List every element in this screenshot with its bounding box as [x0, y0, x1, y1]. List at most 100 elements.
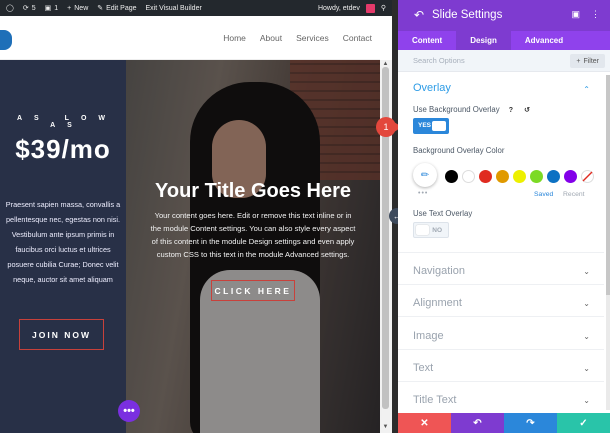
- pricing-panel: AS LOW AS $39/mo Praesent sapien massa, …: [0, 60, 126, 433]
- howdy-user[interactable]: Howdy, etdev: [318, 5, 360, 12]
- pricing-text: Praesent sapien massa, convallis a pelle…: [5, 200, 121, 284]
- save-button[interactable]: ✓: [557, 413, 610, 433]
- new-label: New: [74, 4, 89, 12]
- saved-colors-link[interactable]: Saved: [534, 191, 553, 198]
- click-here-button[interactable]: CLICK HERE: [211, 280, 295, 301]
- recent-colors-link[interactable]: Recent: [563, 191, 585, 198]
- more-swatches-icon[interactable]: •••: [418, 190, 428, 197]
- swatch-white[interactable]: [462, 170, 475, 183]
- image-section-heading[interactable]: Image: [413, 330, 444, 342]
- toggle-knob: [432, 121, 446, 131]
- filter-label: Filter: [583, 57, 599, 65]
- chevron-down-icon[interactable]: ⌄: [583, 267, 590, 276]
- search-options-input[interactable]: Search Options: [413, 56, 465, 65]
- slide-title[interactable]: Your Title Goes Here: [126, 180, 380, 203]
- price-heading: $39/mo: [15, 134, 111, 164]
- use-background-overlay-toggle[interactable]: YES: [413, 118, 449, 134]
- exit-visual-builder-button[interactable]: Exit Visual Builder: [146, 5, 202, 12]
- scroll-up-arrow-icon[interactable]: ▲: [382, 61, 389, 67]
- tab-advanced[interactable]: Advanced: [511, 31, 577, 50]
- plus-icon: +: [576, 57, 581, 65]
- search-options-bar: Search Options + Filter: [398, 50, 610, 72]
- hero-section: AS LOW AS $39/mo Praesent sapien massa, …: [0, 60, 380, 433]
- redo-icon: ↷: [526, 417, 535, 429]
- use-text-overlay-toggle[interactable]: NO: [413, 222, 449, 238]
- comment-icon: ▣: [44, 5, 52, 12]
- help-icon[interactable]: ?: [506, 106, 516, 116]
- comments-button[interactable]: ▣ 1: [44, 4, 59, 13]
- divider: [398, 252, 604, 253]
- chevron-down-icon[interactable]: ⌄: [583, 299, 590, 308]
- new-button[interactable]: + New: [67, 5, 88, 12]
- nav-item-services[interactable]: Services: [296, 33, 329, 43]
- slide-text[interactable]: Your content goes here. Edit or remove t…: [150, 209, 356, 261]
- comments-count: 1: [54, 4, 59, 12]
- pencil-icon: ✎: [97, 5, 104, 12]
- avatar[interactable]: [365, 3, 375, 13]
- panel-title: Slide Settings: [432, 9, 503, 21]
- chevron-down-icon[interactable]: ⌄: [583, 364, 590, 373]
- chevron-down-icon[interactable]: ⌄: [583, 396, 590, 405]
- panel-header: ↶ Slide Settings ▣ ⋮: [398, 0, 610, 31]
- reset-icon[interactable]: ↺: [522, 105, 532, 115]
- as-low-as-label: AS LOW AS: [17, 115, 117, 129]
- swatch-black[interactable]: [445, 170, 458, 183]
- nav-item-contact[interactable]: Contact: [343, 33, 372, 43]
- swatch-purple[interactable]: [564, 170, 577, 183]
- tab-content[interactable]: Content: [398, 31, 456, 50]
- use-background-overlay-label: Use Background Overlay ? ↺: [413, 105, 532, 116]
- navigation-section-heading[interactable]: Navigation: [413, 265, 465, 277]
- use-background-overlay-text: Use Background Overlay: [413, 105, 500, 114]
- swatch-orange[interactable]: [496, 170, 509, 183]
- search-icon[interactable]: ⚲: [381, 4, 386, 12]
- title-text-section-heading[interactable]: Title Text: [413, 394, 456, 406]
- discard-button[interactable]: ✕: [398, 413, 451, 433]
- toggle-knob: [416, 225, 429, 235]
- chevron-up-icon[interactable]: ⌃: [583, 85, 590, 94]
- back-arrow-icon[interactable]: ↶: [414, 8, 424, 22]
- more-options-button[interactable]: •••: [118, 400, 140, 422]
- swatch-blue[interactable]: [547, 170, 560, 183]
- close-icon: ✕: [420, 417, 429, 429]
- undo-button[interactable]: ↶: [451, 413, 504, 433]
- slide-settings-panel: ↶ Slide Settings ▣ ⋮ Content Design Adva…: [398, 0, 610, 433]
- expand-icon[interactable]: ▣: [571, 9, 580, 20]
- swatch-green[interactable]: [530, 170, 543, 183]
- wp-logo-icon[interactable]: ◯: [6, 4, 14, 12]
- alignment-section-heading[interactable]: Alignment: [413, 297, 462, 309]
- scroll-down-arrow-icon[interactable]: ▼: [382, 424, 389, 430]
- nav-item-home[interactable]: Home: [223, 33, 246, 43]
- plus-icon: +: [67, 4, 72, 12]
- no-color-icon[interactable]: [581, 170, 594, 183]
- undo-icon: ↶: [473, 417, 482, 429]
- swatch-red[interactable]: [479, 170, 492, 183]
- updates-count: 5: [31, 4, 36, 12]
- toggle-yes-label: YES: [418, 122, 432, 129]
- eyedropper-icon[interactable]: ✏: [413, 163, 437, 187]
- swatch-yellow[interactable]: [513, 170, 526, 183]
- check-icon: ✓: [579, 417, 588, 429]
- site-logo[interactable]: [0, 30, 12, 50]
- join-now-button[interactable]: JOIN NOW: [19, 319, 104, 350]
- panel-scrollbar-thumb[interactable]: [606, 75, 610, 295]
- nav-item-about[interactable]: About: [260, 33, 282, 43]
- background-overlay-color-label: Background Overlay Color: [413, 146, 505, 155]
- edit-page-button[interactable]: ✎ Edit Page: [97, 4, 136, 13]
- divider: [398, 381, 604, 382]
- main-nav: Home About Services Contact: [223, 33, 372, 43]
- redo-button[interactable]: ↷: [504, 413, 557, 433]
- panel-footer: ✕ ↶ ↷ ✓: [398, 413, 610, 433]
- filter-button[interactable]: + Filter: [570, 54, 605, 68]
- exit-builder-label: Exit Visual Builder: [145, 4, 202, 12]
- chevron-down-icon[interactable]: ⌄: [583, 332, 590, 341]
- divider: [398, 284, 604, 285]
- wp-admin-bar: ◯ ⟳ 5 ▣ 1 + New ✎ Edit Page Exit Visual Buil…: [0, 0, 392, 16]
- overlay-section-heading[interactable]: Overlay: [413, 82, 451, 94]
- site-header: Home About Services Contact: [0, 16, 380, 60]
- tab-design[interactable]: Design: [456, 31, 511, 50]
- kebab-menu-icon[interactable]: ⋮: [591, 9, 600, 20]
- divider: [398, 316, 604, 317]
- updates-button[interactable]: ⟳ 5: [23, 4, 36, 13]
- divider: [398, 349, 604, 350]
- text-section-heading[interactable]: Text: [413, 362, 433, 374]
